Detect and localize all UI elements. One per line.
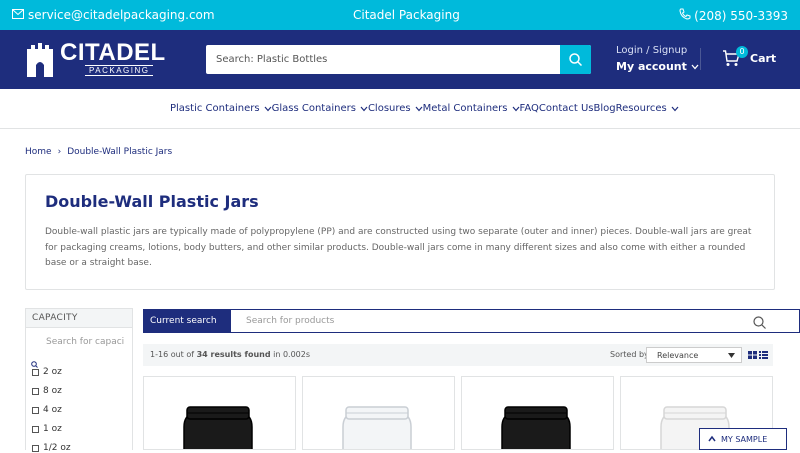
login-link[interactable]: Login / Signup (616, 45, 699, 56)
filter-option-label: 1 oz (43, 424, 62, 434)
product-card[interactable] (302, 376, 455, 450)
product-search-input[interactable]: Search for products (246, 316, 334, 326)
email-link[interactable]: service@citadelpackaging.com (12, 8, 215, 22)
nav-item-label: Resources (615, 103, 667, 114)
chevron-down-icon (512, 106, 519, 111)
logo-sub: PACKAGING (85, 65, 154, 76)
checkbox[interactable] (32, 368, 39, 376)
filter-option[interactable]: 8 oz (32, 386, 62, 396)
my-account-toggle[interactable]: My account (616, 60, 699, 73)
product-image (183, 406, 253, 449)
nav-item-label: Contact Us (538, 103, 594, 114)
checkbox[interactable] (32, 425, 39, 433)
checkbox[interactable] (32, 406, 39, 414)
cart-label: Cart (750, 52, 777, 65)
chevron-down-icon (728, 353, 735, 358)
header-search (206, 45, 591, 74)
my-sample-label: MY SAMPLE (721, 434, 768, 444)
nav-item[interactable]: Contact Us (539, 103, 594, 114)
nav-item-label: FAQ (519, 103, 539, 114)
logo-brand: CITADEL (60, 39, 166, 66)
sort-select[interactable]: Relevance (646, 347, 742, 363)
nav-item-label: Metal Containers (422, 103, 508, 114)
breadcrumb-current: Double-Wall Plastic Jars (67, 147, 173, 157)
results-count: 34 results found (196, 350, 271, 359)
cart-link[interactable]: 0 Cart (722, 46, 777, 67)
nav-item-label: Glass Containers (271, 103, 356, 114)
chevron-down-icon (691, 64, 699, 69)
nav-item[interactable]: Glass Containers (272, 103, 368, 114)
logo[interactable]: CITADEL PACKAGING (25, 39, 182, 77)
collection-description: Double-wall plastic jars are typically m… (45, 227, 752, 268)
my-account-label: My account (616, 60, 687, 73)
list-view-icon[interactable] (759, 351, 768, 359)
breadcrumb: Home › Double-Wall Plastic Jars (25, 147, 172, 157)
results-range: 1-16 out of (150, 350, 195, 359)
filter-option[interactable]: 1/2 oz (32, 443, 71, 453)
view-toggle (748, 351, 768, 359)
results-info: 1-16 out of 34 results found in 0.002s (150, 350, 310, 359)
filter-option-label: 4 oz (43, 405, 62, 415)
nav-item-label: Closures (367, 103, 411, 114)
castle-icon (27, 43, 53, 77)
filter-option-label: 8 oz (43, 386, 62, 396)
chevron-down-icon (360, 106, 368, 111)
cart-count-badge: 0 (736, 46, 748, 58)
product-image (342, 406, 412, 449)
email-text: service@citadelpackaging.com (28, 8, 215, 22)
product-card[interactable] (143, 376, 296, 450)
mail-icon (12, 8, 24, 22)
checkbox[interactable] (32, 387, 39, 395)
chevron-up-icon (708, 435, 716, 442)
filter-option-label: 2 oz (43, 367, 62, 377)
search-input[interactable] (206, 45, 560, 74)
current-search-bar: Current search Search for products (143, 309, 800, 333)
product-card[interactable] (461, 376, 614, 450)
store-name: Citadel Packaging (353, 8, 460, 22)
nav-item[interactable]: Closures (368, 103, 423, 114)
account-menu[interactable]: Login / Signup My account (616, 45, 699, 73)
search-button[interactable] (560, 45, 591, 74)
nav-item[interactable]: Plastic Containers (170, 103, 272, 114)
breadcrumb-separator: › (57, 147, 62, 157)
nav-item[interactable]: FAQ (520, 103, 539, 114)
phone-text: (208) 550-3393 (694, 8, 788, 23)
phone-icon (679, 8, 691, 23)
grid-view-icon[interactable] (748, 351, 757, 359)
main-nav: Plastic Containers Glass Containers Closur… (0, 89, 800, 129)
announcement-bar: service@citadelpackaging.com Citadel Pac… (0, 0, 800, 30)
filter-option[interactable]: 2 oz (32, 367, 62, 377)
my-sample-button[interactable]: MY SAMPLE (699, 428, 787, 450)
site-header: CITADEL PACKAGING Login / Signup My acco… (0, 30, 800, 89)
filter-search-input[interactable]: Search for capaci (46, 337, 124, 347)
current-search-label: Current search (144, 310, 231, 332)
product-image (501, 406, 571, 449)
search-icon (569, 53, 582, 66)
nav-item-label: Plastic Containers (170, 103, 260, 114)
nav-list: Plastic Containers Glass Containers Closur… (170, 103, 679, 114)
collection-header: Double-Wall Plastic Jars Double-wall pla… (25, 174, 775, 290)
search-icon[interactable] (753, 314, 766, 333)
chevron-down-icon (671, 106, 679, 111)
filter-heading[interactable]: CAPACITY (26, 309, 132, 328)
page-title: Double-Wall Plastic Jars (45, 192, 259, 211)
sort-label: Sorted by (610, 350, 649, 359)
results-meta: 1-16 out of 34 results found in 0.002s S… (143, 344, 773, 366)
chevron-down-icon (264, 106, 272, 111)
nav-item[interactable]: Metal Containers (423, 103, 520, 114)
nav-item-label: Blog (593, 103, 616, 114)
header-divider (700, 48, 701, 70)
filter-option-label: 1/2 oz (43, 443, 71, 453)
results-time: in 0.002s (273, 350, 311, 359)
chevron-down-icon (415, 106, 423, 111)
capacity-filter: CAPACITY Search for capaci 2 oz 8 oz 4 oz 1… (25, 308, 133, 453)
nav-item[interactable]: Blog (594, 103, 616, 114)
nav-item[interactable]: Resources (616, 103, 679, 114)
filter-option[interactable]: 4 oz (32, 405, 62, 415)
breadcrumb-home[interactable]: Home (25, 147, 52, 157)
sort-value: Relevance (657, 351, 699, 360)
filter-option[interactable]: 1 oz (32, 424, 62, 434)
phone-link[interactable]: (208) 550-3393 (679, 8, 788, 23)
checkbox[interactable] (32, 444, 39, 452)
